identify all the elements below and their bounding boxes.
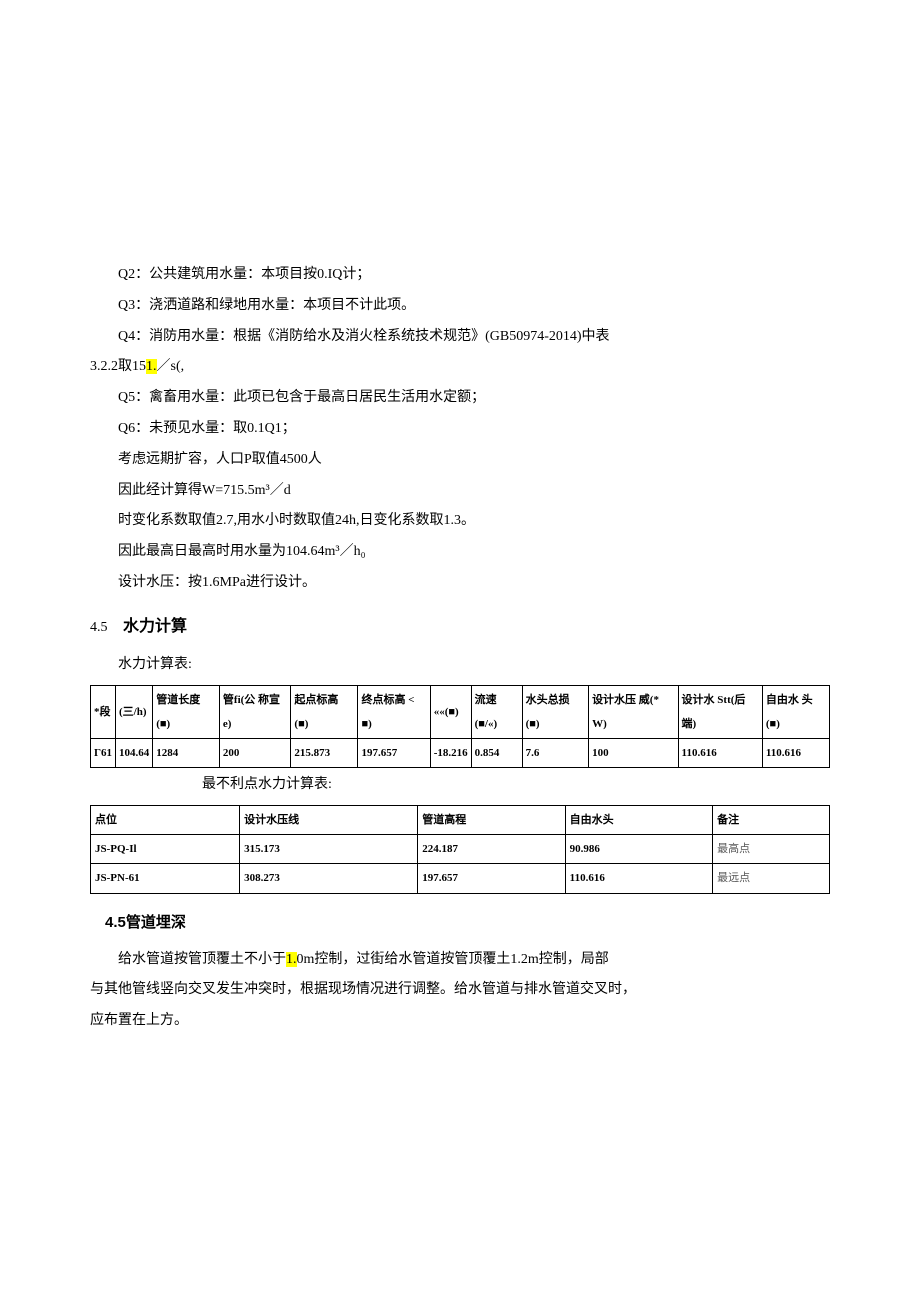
- cell: 224.187: [418, 835, 565, 864]
- paragraph-depth-2: 与其他管线竖向交叉发生冲突时，根据现场情况进行调整。给水管道与排水管道交叉时，: [90, 975, 830, 1006]
- cell: Γ61: [91, 739, 116, 768]
- cell: 最高点: [713, 835, 830, 864]
- cell: 315.173: [240, 835, 418, 864]
- paragraph-population: 考虑远期扩容，人口P取值4500人: [90, 445, 830, 476]
- col-free-head: 自由水头: [565, 806, 712, 835]
- cell: 110.616: [565, 864, 712, 893]
- paragraph-peak: 因此最高日最高时用水量为104.64m³／h₀: [90, 537, 830, 568]
- cell: 0.854: [471, 739, 522, 768]
- cell: 197.657: [418, 864, 565, 893]
- highlight-text: 1.: [146, 359, 157, 374]
- table-header-row: *段 (三/h) 管道长度 (■) 管fi(公 称宣e) 起点标高 (■) 终点…: [91, 685, 830, 738]
- document-page: Q2：公共建筑用水量：本项目按0.IQ计； Q3：浇洒道路和绿地用水量：本项目不…: [0, 0, 920, 1137]
- text-fragment: 0m控制，过街给水管道按管顶覆土1.2m控制，局部: [297, 952, 609, 967]
- text-fragment: 给水管道按管顶覆土不小于: [118, 952, 286, 967]
- table-row: JS-PN-61 308.273 197.657 110.616 最远点: [91, 864, 830, 893]
- cell: 7.6: [522, 739, 588, 768]
- cell: 1284: [153, 739, 220, 768]
- cell: 110.616: [762, 739, 829, 768]
- cell: 90.986: [565, 835, 712, 864]
- col-point: 点位: [91, 806, 240, 835]
- cell: 110.616: [678, 739, 762, 768]
- paragraph-depth-1: 给水管道按管顶覆土不小于1.0m控制，过街给水管道按管顶覆土1.2m控制，局部: [90, 945, 830, 976]
- col-segment: *段: [91, 685, 116, 738]
- col-length: 管道长度 (■): [153, 685, 220, 738]
- col-headloss: 水头总损 (■): [522, 685, 588, 738]
- paragraph-depth-3: 应布置在上方。: [90, 1006, 830, 1037]
- table2-caption: 最不利点水力计算表:: [90, 770, 830, 801]
- col-end-elev: 终点标高 < ■): [358, 685, 430, 738]
- paragraph-pressure: 设计水压：按1.6MPa进行设计。: [90, 568, 830, 599]
- text-fragment: 3.2.2取15: [90, 359, 146, 374]
- col-remark: 备注: [713, 806, 830, 835]
- text-fragment: ／s(,: [157, 359, 185, 374]
- col-design-water: 设计水 Stt(后端): [678, 685, 762, 738]
- paragraph-coeff: 时变化系数取值2.7,用水小时数取值24h,日变化系数取1.3。: [90, 506, 830, 537]
- hydraulic-calc-table: *段 (三/h) 管道长度 (■) 管fi(公 称宣e) 起点标高 (■) 终点…: [90, 685, 830, 769]
- highlight-text: 1.: [286, 952, 297, 967]
- cell: -18.216: [430, 739, 471, 768]
- table-row: JS-PQ-Il 315.173 224.187 90.986 最高点: [91, 835, 830, 864]
- paragraph-q4-line2: 3.2.2取151.／s(,: [90, 352, 830, 383]
- paragraph-w-calc: 因此经计算得W=715.5m³／d: [90, 476, 830, 507]
- col-diff: ««(■): [430, 685, 471, 738]
- table-header-row: 点位 设计水压线 管道高程 自由水头 备注: [91, 806, 830, 835]
- col-design-pressure: 设计水压 威(* W): [589, 685, 678, 738]
- cell: 308.273: [240, 864, 418, 893]
- col-pressure-line: 设计水压线: [240, 806, 418, 835]
- col-free-head: 自由水 头(■): [762, 685, 829, 738]
- paragraph-q2: Q2：公共建筑用水量：本项目按0.IQ计；: [90, 260, 830, 291]
- cell: 200: [219, 739, 290, 768]
- table1-caption: 水力计算表:: [90, 650, 830, 681]
- cell: 100: [589, 739, 678, 768]
- paragraph-q4-line1: Q4：消防用水量：根据《消防给水及消火栓系统技术规范》(GB50974-2014…: [90, 322, 830, 353]
- col-start-elev: 起点标高 (■): [291, 685, 358, 738]
- col-velocity: 流速(■/«): [471, 685, 522, 738]
- section-heading: 水力计算: [123, 618, 187, 635]
- cell: 197.657: [358, 739, 430, 768]
- cell: 215.873: [291, 739, 358, 768]
- paragraph-q3: Q3：浇洒道路和绿地用水量：本项目不计此项。: [90, 291, 830, 322]
- cell: 104.64: [116, 739, 153, 768]
- cell: 最远点: [713, 864, 830, 893]
- col-diameter: 管fi(公 称宣e): [219, 685, 290, 738]
- cell: JS-PN-61: [91, 864, 240, 893]
- paragraph-q5: Q5：禽畜用水量：此项已包含于最高日居民生活用水定额；: [90, 383, 830, 414]
- section-title-4-5: 4.5 水力计算: [90, 609, 830, 644]
- cell: JS-PQ-Il: [91, 835, 240, 864]
- table-row: Γ61 104.64 1284 200 215.873 197.657 -18.…: [91, 739, 830, 768]
- col-flow: (三/h): [116, 685, 153, 738]
- section-title-4-5-depth: 4.5管道埋深: [90, 906, 830, 939]
- section-number: 4.5: [90, 620, 108, 635]
- worst-point-table: 点位 设计水压线 管道高程 自由水头 备注 JS-PQ-Il 315.173 2…: [90, 805, 830, 894]
- col-pipe-elev: 管道高程: [418, 806, 565, 835]
- paragraph-q6: Q6：未预见水量：取0.1Q1；: [90, 414, 830, 445]
